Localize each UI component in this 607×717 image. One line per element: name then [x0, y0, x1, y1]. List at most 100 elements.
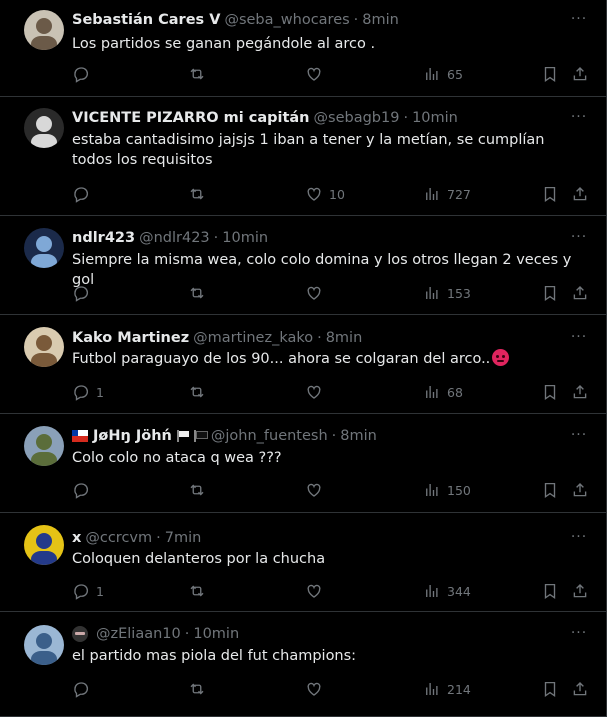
avatar[interactable] [24, 525, 64, 565]
share-button[interactable] [571, 283, 589, 303]
share-icon [571, 284, 589, 302]
like-button[interactable] [305, 480, 329, 500]
share-button[interactable] [571, 382, 589, 402]
reply-button[interactable] [72, 679, 96, 699]
more-icon[interactable]: ··· [569, 626, 589, 646]
bookmark-button[interactable] [541, 184, 559, 204]
reply-button[interactable] [72, 283, 96, 303]
avatar[interactable] [24, 426, 64, 466]
timestamp[interactable]: 7min [165, 528, 202, 548]
timestamp[interactable]: 10min [193, 624, 239, 644]
like-button[interactable] [305, 283, 329, 303]
display-name-text: JøHŋ Jöhń [93, 428, 172, 444]
share-button[interactable] [571, 679, 589, 699]
reply-button[interactable]: 1 [72, 382, 104, 402]
user-handle[interactable]: @seba_whocares [224, 10, 349, 30]
views-button[interactable]: 344 [423, 581, 471, 601]
views-button[interactable]: 65 [423, 64, 463, 84]
retweet-icon [188, 383, 206, 401]
share-button[interactable] [571, 480, 589, 500]
share-button[interactable] [571, 581, 589, 601]
bookmark-button[interactable] [541, 382, 559, 402]
avatar[interactable] [24, 327, 64, 367]
user-handle[interactable]: @ccrcvm [85, 528, 152, 548]
timestamp[interactable]: 8min [326, 328, 363, 348]
more-icon[interactable]: ··· [569, 110, 589, 130]
reply-icon [72, 284, 90, 302]
tweet-actions: 153 [0, 283, 606, 303]
tweet-header: VICENTE PIZARRO mi capitán @sebagb19 · 10mi… [72, 108, 557, 128]
avatar[interactable] [24, 625, 64, 665]
timestamp[interactable]: 8min [362, 10, 399, 30]
tweet[interactable]: VICENTE PIZARRO mi capitán @sebagb19 · 10mi… [0, 97, 606, 216]
timestamp[interactable]: 8min [340, 426, 377, 446]
reply-count: 1 [96, 583, 104, 599]
like-button[interactable] [305, 581, 329, 601]
display-name[interactable]: x [72, 528, 81, 548]
retweet-button[interactable] [188, 64, 206, 84]
views-count: 68 [447, 384, 463, 400]
reply-button[interactable] [72, 184, 96, 204]
more-icon[interactable]: ··· [569, 330, 589, 350]
views-button[interactable]: 150 [423, 480, 471, 500]
like-icon [305, 65, 323, 83]
views-button[interactable]: 153 [423, 283, 471, 303]
views-count: 214 [447, 681, 471, 697]
share-button[interactable] [571, 64, 589, 84]
timestamp[interactable]: 10min [412, 108, 458, 128]
like-button[interactable] [305, 382, 329, 402]
display-name[interactable]: Kako Martinez [72, 328, 189, 348]
retweet-button[interactable] [188, 184, 206, 204]
reply-button[interactable]: 1 [72, 581, 104, 601]
more-icon[interactable]: ··· [569, 12, 589, 32]
separator-dot: · [213, 230, 219, 246]
avatar[interactable] [24, 10, 64, 50]
user-handle[interactable]: @zEliaan10 [96, 624, 181, 644]
avatar[interactable] [24, 228, 64, 268]
bookmark-button[interactable] [541, 283, 559, 303]
bookmark-icon [541, 481, 559, 499]
retweet-button[interactable] [188, 581, 206, 601]
tweet[interactable]: ndlr423 @ndlr423 · 10min ··· Siempre la misma… [0, 216, 606, 315]
more-icon[interactable]: ··· [569, 428, 589, 448]
views-button[interactable]: 214 [423, 679, 471, 699]
views-count: 153 [447, 285, 471, 301]
bookmark-button[interactable] [541, 679, 559, 699]
tweet[interactable]: Sebastián Cares V @seba_whocares · 8min ··· L… [0, 0, 606, 97]
retweet-button[interactable] [188, 480, 206, 500]
bookmark-button[interactable] [541, 480, 559, 500]
retweet-button[interactable] [188, 283, 206, 303]
user-handle[interactable]: @sebagb19 [314, 108, 400, 128]
tweet[interactable]: JøHŋ Jöhń @john_fuentesh · 8min ··· Colo colo… [0, 414, 606, 513]
like-button[interactable] [305, 64, 329, 84]
display-name[interactable]: ndlr423 [72, 228, 135, 248]
display-name[interactable]: VICENTE PIZARRO mi capitán [72, 108, 310, 128]
reply-button[interactable] [72, 480, 96, 500]
user-handle[interactable]: @john_fuentesh [211, 426, 328, 446]
tweet[interactable]: x @ccrcvm · 7min ··· Coloquen delanteros por … [0, 513, 606, 612]
tweet-text: Colo colo no ataca q wea ??? [72, 448, 589, 468]
more-icon[interactable]: ··· [569, 530, 589, 550]
like-button[interactable]: 10 [305, 184, 345, 204]
tweet[interactable]: @zEliaan10 · 10min ··· el partido mas piola … [0, 612, 606, 717]
tweet[interactable]: Kako Martinez @martinez_kako · 8min ··· Futbo… [0, 315, 606, 414]
avatar[interactable] [24, 108, 64, 148]
display-name[interactable]: JøHŋ Jöhń [72, 426, 208, 446]
reply-button[interactable] [72, 64, 96, 84]
user-handle[interactable]: @martinez_kako [193, 328, 313, 348]
retweet-button[interactable] [188, 679, 206, 699]
timestamp[interactable]: 10min [222, 228, 268, 248]
bookmark-button[interactable] [541, 64, 559, 84]
like-button[interactable] [305, 679, 329, 699]
retweet-button[interactable] [188, 382, 206, 402]
views-button[interactable]: 68 [423, 382, 463, 402]
user-handle[interactable]: @ndlr423 [139, 228, 210, 248]
views-button[interactable]: 727 [423, 184, 471, 204]
retweet-icon [188, 481, 206, 499]
more-icon[interactable]: ··· [569, 230, 589, 250]
reply-icon [72, 582, 90, 600]
tweet-actions: 1 344 [0, 581, 606, 601]
bookmark-button[interactable] [541, 581, 559, 601]
display-name[interactable]: Sebastián Cares V [72, 10, 220, 30]
share-button[interactable] [571, 184, 589, 204]
